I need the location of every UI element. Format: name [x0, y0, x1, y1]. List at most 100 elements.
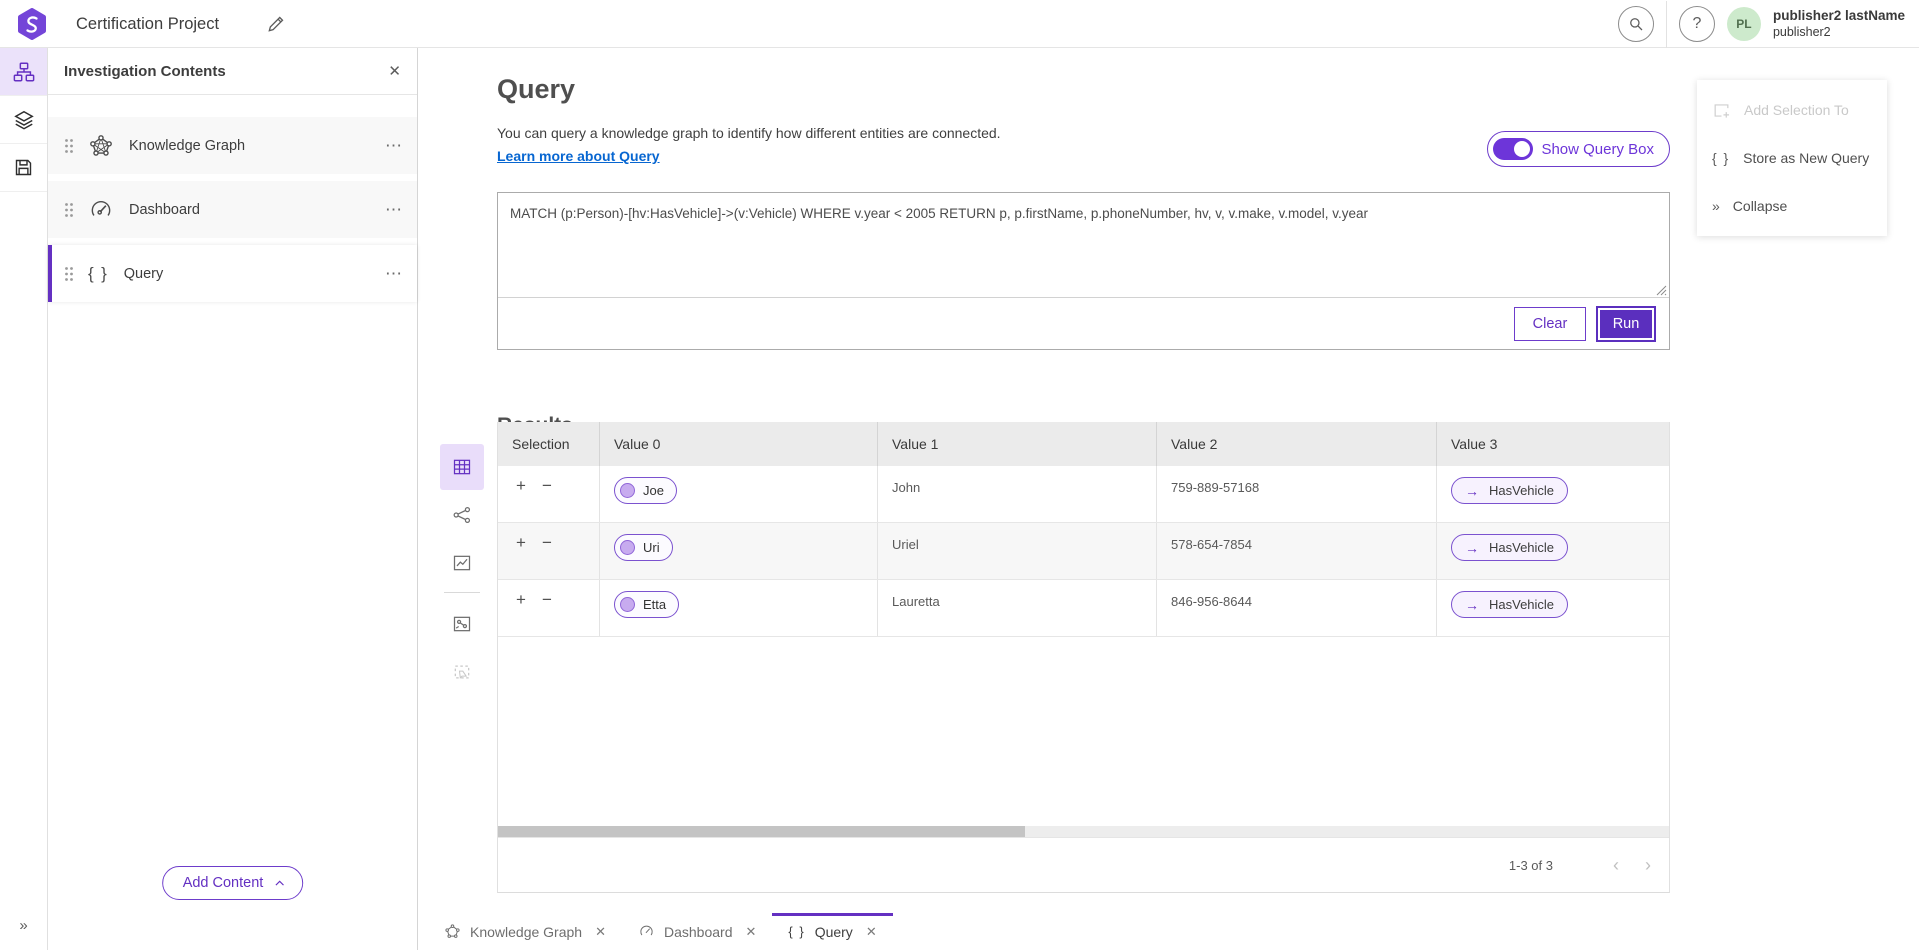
next-page-icon[interactable]: › — [1645, 855, 1651, 876]
column-header[interactable]: Value 3 — [1437, 422, 1669, 466]
scrollbar-thumb[interactable] — [498, 826, 1025, 837]
close-panel-icon[interactable]: ✕ — [388, 62, 401, 80]
relation-pill[interactable]: → HasVehicle — [1451, 477, 1568, 504]
menu-item-collapse[interactable]: » Collapse — [1697, 182, 1887, 230]
content-item-dashboard[interactable]: Dashboard ⋯ — [48, 181, 417, 238]
toggle-switch[interactable] — [1493, 138, 1533, 160]
contents-panel-title: Investigation Contents — [64, 63, 388, 80]
entity-pill[interactable]: Etta — [614, 591, 679, 618]
arrow-right-icon: → — [1465, 540, 1479, 556]
query-box: MATCH (p:Person)-[hv:HasVehicle]->(v:Veh… — [497, 192, 1670, 350]
query-input[interactable]: MATCH (p:Person)-[hv:HasVehicle]->(v:Veh… — [498, 193, 1669, 296]
menu-item-label: Add Selection To — [1744, 102, 1849, 118]
add-selection-icon[interactable]: + — [516, 476, 526, 496]
map-view-icon[interactable] — [440, 540, 484, 586]
top-bar-actions: ? PL publisher2 lastName publisher2 — [1618, 0, 1905, 48]
rail-investigation-contents-icon[interactable] — [0, 48, 47, 96]
chevron-up-icon — [273, 877, 286, 890]
remove-selection-icon[interactable]: − — [542, 590, 552, 610]
add-content-button[interactable]: Add Content — [162, 866, 304, 900]
table-footer: 1-3 of 3 ‹ › — [498, 837, 1669, 892]
remove-selection-icon[interactable]: − — [542, 533, 552, 553]
show-query-box-toggle[interactable]: Show Query Box — [1487, 131, 1670, 167]
drag-handle-icon[interactable] — [64, 138, 74, 154]
clear-button[interactable]: Clear — [1514, 307, 1586, 341]
top-bar-divider — [1666, 1, 1667, 48]
rail-layers-icon[interactable] — [0, 96, 47, 144]
relation-name: HasVehicle — [1489, 483, 1554, 498]
close-tab-icon[interactable]: ✕ — [595, 924, 606, 940]
drag-handle-icon[interactable] — [64, 202, 74, 218]
selection-cell: + − — [498, 523, 600, 579]
page-description: You can query a knowledge graph to ident… — [497, 125, 1001, 141]
bottom-tab-bar: Knowledge Graph ✕ Dashboard ✕ { } Query … — [418, 913, 1919, 950]
user-menu[interactable]: publisher2 lastName publisher2 — [1773, 8, 1905, 39]
relation-pill[interactable]: → HasVehicle — [1451, 534, 1568, 561]
entity-cell: Uri — [600, 523, 878, 579]
table-empty-area — [498, 637, 1669, 826]
expand-panel-icon[interactable]: » — [0, 917, 47, 934]
view-rail-divider — [444, 592, 480, 593]
add-selection-icon[interactable]: + — [516, 533, 526, 553]
tab-query[interactable]: { } Query ✕ — [772, 913, 892, 950]
run-button[interactable]: Run — [1596, 306, 1656, 342]
avatar[interactable]: PL — [1727, 7, 1761, 41]
resize-handle-icon[interactable] — [1656, 285, 1667, 296]
add-to-graph-view-icon[interactable] — [440, 601, 484, 647]
edit-title-icon[interactable] — [266, 10, 294, 38]
search-icon[interactable] — [1618, 6, 1654, 42]
left-rail: » — [0, 48, 48, 950]
entity-name: Uri — [643, 540, 660, 555]
results-table: Selection Value 0 Value 1 Value 2 Value … — [497, 422, 1670, 893]
entity-node-icon — [620, 540, 635, 555]
query-page: Query You can query a knowledge graph to… — [418, 48, 1919, 913]
table-view-icon[interactable] — [440, 444, 484, 490]
tab-dashboard[interactable]: Dashboard ✕ — [622, 913, 772, 950]
content-item-label: Dashboard — [129, 202, 385, 218]
drag-handle-icon[interactable] — [64, 266, 74, 282]
horizontal-scrollbar[interactable] — [498, 826, 1669, 837]
column-header[interactable]: Value 1 — [878, 422, 1157, 466]
content-item-knowledge-graph[interactable]: Knowledge Graph ⋯ — [48, 117, 417, 174]
tab-knowledge-graph[interactable]: Knowledge Graph ✕ — [428, 913, 622, 950]
menu-item-store-as-new-query[interactable]: { } Store as New Query — [1697, 134, 1887, 182]
entity-pill[interactable]: Joe — [614, 477, 677, 504]
contents-panel-header: Investigation Contents ✕ — [48, 48, 417, 95]
rail-save-icon[interactable] — [0, 144, 47, 192]
network-view-icon[interactable] — [440, 492, 484, 538]
column-header[interactable]: Selection — [498, 422, 600, 466]
item-more-icon[interactable]: ⋯ — [385, 136, 403, 156]
selection-cell: + − — [498, 466, 600, 522]
knowledge-graph-icon — [444, 923, 461, 940]
previous-page-icon[interactable]: ‹ — [1613, 855, 1619, 876]
column-header[interactable]: Value 0 — [600, 422, 878, 466]
item-more-icon[interactable]: ⋯ — [385, 200, 403, 220]
pagination-range: 1-3 of 3 — [1509, 858, 1553, 873]
item-more-icon[interactable]: ⋯ — [385, 264, 403, 284]
entity-pill[interactable]: Uri — [614, 534, 673, 561]
content-item-query[interactable]: { } Query ⋯ — [48, 245, 417, 302]
dashboard-gauge-icon — [638, 923, 655, 940]
close-tab-icon[interactable]: ✕ — [866, 924, 877, 940]
braces-icon: { } — [1712, 150, 1730, 166]
tab-label: Dashboard — [664, 924, 733, 940]
investigation-contents-panel: Investigation Contents ✕ — [48, 48, 418, 950]
results-view-switcher — [440, 444, 484, 697]
value-cell: Lauretta — [878, 580, 1157, 636]
chevron-double-right-icon: » — [1712, 198, 1720, 214]
app-logo-icon[interactable] — [16, 8, 48, 40]
relation-pill[interactable]: → HasVehicle — [1451, 591, 1568, 618]
top-bar: Certification Project ? PL publisher2 la… — [0, 0, 1919, 48]
help-icon[interactable]: ? — [1679, 6, 1715, 42]
entity-cell: Joe — [600, 466, 878, 522]
entity-name: Joe — [643, 483, 664, 498]
column-header[interactable]: Value 2 — [1157, 422, 1437, 466]
query-braces-icon: { } — [88, 264, 109, 284]
dashboard-gauge-icon — [88, 197, 114, 223]
value-cell: Uriel — [878, 523, 1157, 579]
close-tab-icon[interactable]: ✕ — [745, 924, 756, 940]
add-selection-icon[interactable]: + — [516, 590, 526, 610]
remove-selection-icon[interactable]: − — [542, 476, 552, 496]
app-root: Certification Project ? PL publisher2 la… — [0, 0, 1919, 950]
learn-more-link[interactable]: Learn more about Query — [497, 148, 660, 164]
